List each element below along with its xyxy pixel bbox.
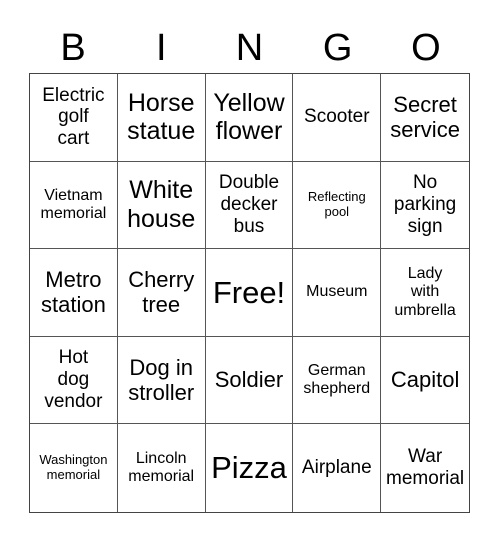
bingo-cell[interactable]: Lady with umbrella	[381, 249, 469, 337]
bingo-cell[interactable]: Vietnam memorial	[30, 161, 118, 250]
bingo-cell[interactable]: Yellow flower	[205, 74, 294, 162]
header-letter-o: O	[411, 27, 441, 69]
header-letter-i: I	[156, 27, 167, 69]
bingo-cell[interactable]: Double decker bus	[205, 161, 294, 250]
bingo-cell[interactable]: Electric golf cart	[30, 74, 118, 162]
bingo-grid: Electric golf cart Horse statue Yellow f…	[29, 73, 470, 513]
bingo-header: B I N G O	[29, 24, 470, 72]
free-space-cell[interactable]: Free!	[205, 249, 294, 337]
bingo-cell[interactable]: Capitol	[381, 337, 469, 425]
bingo-cell[interactable]: Lincoln memorial	[118, 424, 206, 512]
bingo-cell[interactable]: Metro station	[30, 249, 118, 337]
bingo-cell[interactable]: Cherry tree	[117, 249, 206, 337]
bingo-cell[interactable]: No parking sign	[381, 162, 469, 250]
header-letter-n: N	[235, 27, 264, 69]
bingo-cell[interactable]: Scooter	[293, 74, 382, 162]
bingo-cell[interactable]: Dog in stroller	[117, 336, 206, 425]
header-letter-g: G	[322, 27, 353, 69]
bingo-cell[interactable]: White house	[117, 161, 206, 250]
bingo-cell[interactable]: German shepherd	[293, 336, 382, 425]
bingo-cell[interactable]: War memorial	[381, 424, 469, 512]
bingo-cell[interactable]: Pizza	[206, 424, 294, 512]
bingo-cell[interactable]: Horse statue	[117, 74, 206, 162]
bingo-cell[interactable]: Washington memorial	[30, 424, 118, 512]
bingo-cell[interactable]: Reflecting pool	[293, 161, 382, 250]
bingo-cell[interactable]: Secret service	[381, 74, 469, 162]
bingo-cell[interactable]: Museum	[293, 249, 382, 337]
bingo-cell[interactable]: Hot dog vendor	[30, 336, 118, 425]
bingo-cell[interactable]: Airplane	[293, 424, 382, 512]
bingo-cell[interactable]: Soldier	[205, 336, 294, 425]
header-letter-b: B	[60, 27, 86, 69]
